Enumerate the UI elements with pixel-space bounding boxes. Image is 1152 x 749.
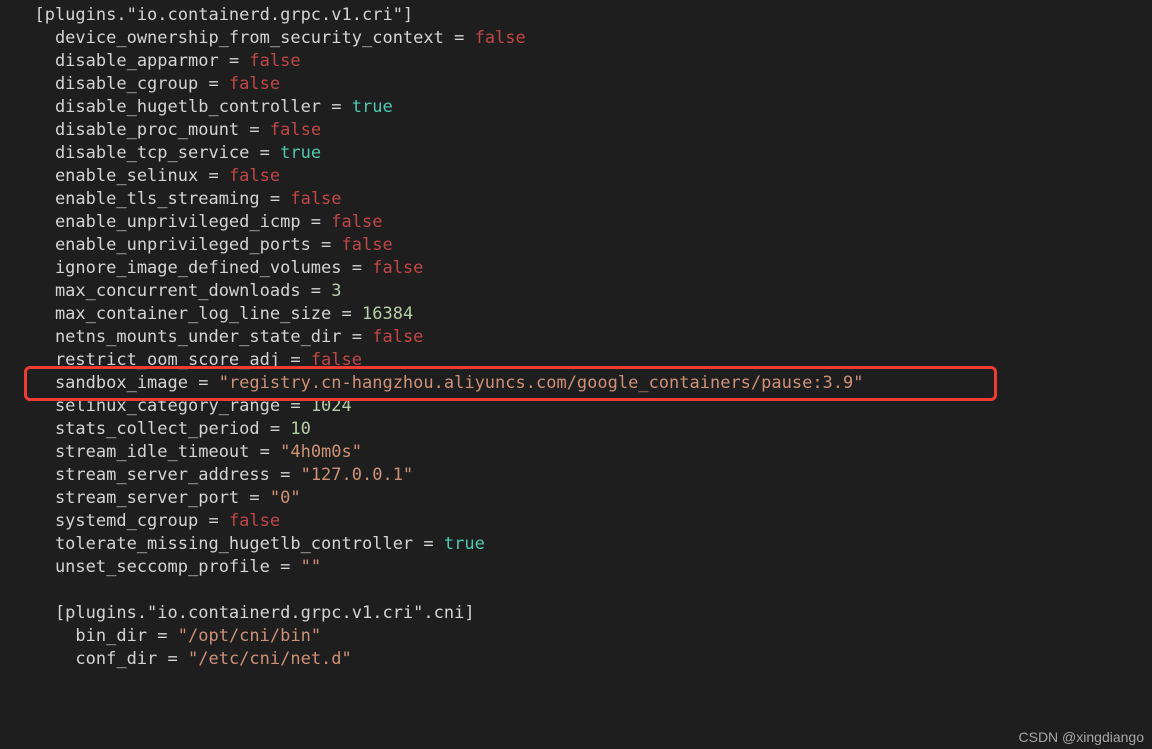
config-code-block: [plugins."io.containerd.grpc.v1.cri"] de… — [0, 0, 1152, 675]
watermark: CSDN @xingdiango — [1019, 729, 1145, 745]
highlight-box — [24, 366, 997, 401]
